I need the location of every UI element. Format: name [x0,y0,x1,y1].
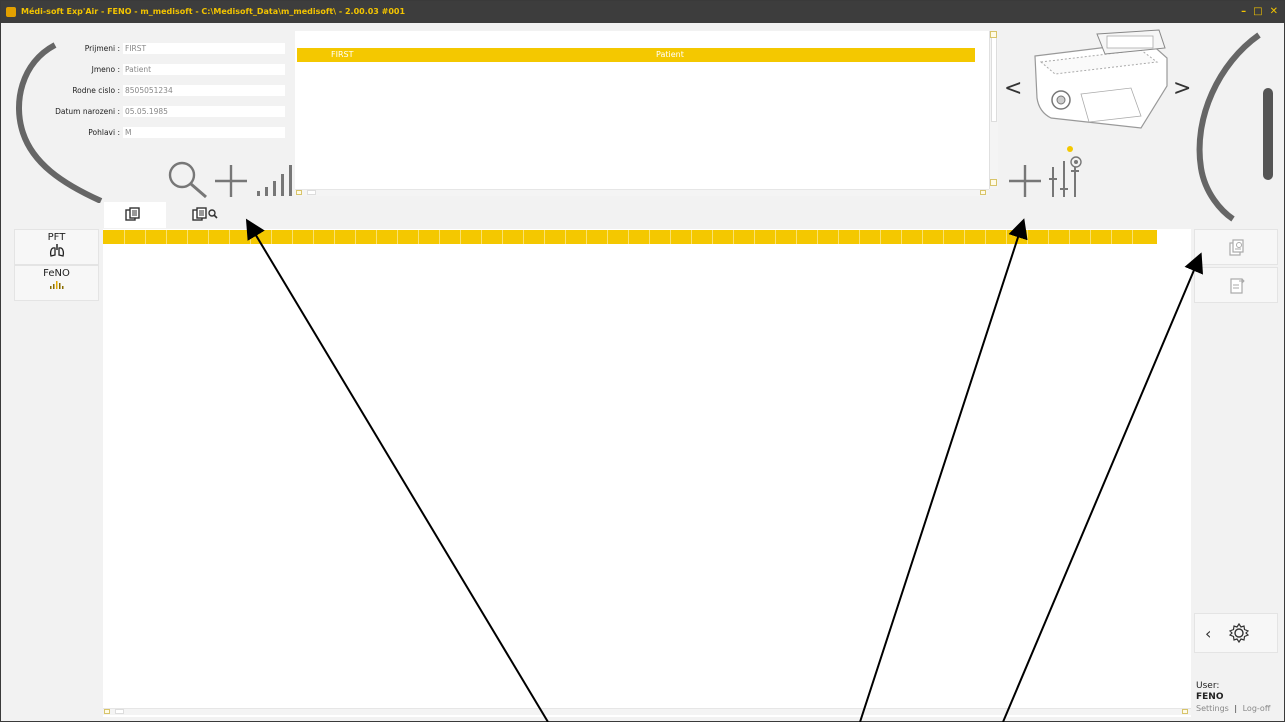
documents-icon [125,207,140,221]
settings-link[interactable]: Settings [1196,704,1229,713]
field-row-birth-number: Rodne cislo : 8505051234 [1,84,285,96]
user-label: User: [1196,681,1220,691]
patient-list-vertical-scrollbar[interactable] [989,31,998,189]
lungs-icon [49,244,64,257]
field-row-birth-date: Datum narozeni : 05.05.1985 [1,105,285,117]
results-horizontal-scrollbar[interactable] [103,708,1191,715]
tab-documents[interactable] [104,202,166,228]
pft-label: PFT [47,232,66,243]
app-logo-icon [6,7,16,17]
add-device-plus-icon[interactable] [1007,163,1043,199]
scroll-right-button[interactable] [1182,709,1188,714]
last-name-label: Prijmeni : [84,43,120,53]
patient-last-name-cell: FIRST [331,50,354,59]
patient-row[interactable]: FIRST Patient [297,48,975,62]
scroll-left-button[interactable] [296,190,302,195]
documents-search-icon [192,207,218,221]
field-row-first-name: Jmeno : Patient [1,63,285,75]
scroll-up-button[interactable] [990,31,997,38]
window-title: Médi-soft Exp'Air - FENO - m_medisoft - … [21,7,406,16]
scroll-left-button[interactable] [104,709,110,714]
birth-number-field[interactable]: 8505051234 [123,84,285,96]
title-bar: Médi-soft Exp'Air - FENO - m_medisoft - … [1,1,1284,23]
minimize-button[interactable]: – [1241,1,1246,23]
report-export-button[interactable] [1194,267,1278,303]
scroll-right-button[interactable] [980,190,986,195]
device-level-bar [1263,88,1273,180]
field-row-sex: Pohlavi : M [1,126,285,138]
user-links: Settings | Log-off [1196,704,1270,713]
birth-number-label: Rodne cislo : [72,85,120,95]
close-button[interactable]: ✕ [1270,1,1278,23]
device-status-indicator [1067,146,1073,152]
scrollbar-thumb[interactable] [991,37,997,122]
patient-list[interactable]: FIRST Patient [295,31,989,189]
add-patient-plus-icon[interactable] [213,163,249,199]
patient-first-name-cell: Patient [656,50,684,59]
scrollbar-thumb[interactable] [115,709,124,714]
device-prev-button[interactable]: < [1004,76,1022,101]
birth-date-field[interactable]: 05.05.1985 [123,105,285,117]
first-name-label: Jmeno : [91,64,120,74]
decorative-arc-right [1196,32,1273,222]
signal-bars-icon[interactable] [256,161,296,197]
feno-label: FeNO [43,268,70,279]
collapse-settings-button[interactable]: ‹ [1205,624,1211,643]
report-export-icon [1230,278,1245,294]
window-controls: – □ ✕ [1241,1,1278,23]
pft-button[interactable]: PFT [14,229,99,265]
report-eye-icon [1229,239,1244,256]
results-table-header [103,230,1157,244]
patient-list-horizontal-scrollbar[interactable] [295,189,989,196]
test-type-panel: PFT FeNO [14,229,99,301]
app-window: Médi-soft Exp'Air - FENO - m_medisoft - … [0,0,1285,722]
sex-field[interactable]: M [123,126,285,138]
bars-icon [49,281,63,289]
device-next-button[interactable]: > [1173,76,1191,101]
gear-icon[interactable] [1228,622,1250,644]
results-area[interactable] [103,229,1191,717]
sex-label: Pohlavi : [88,127,120,137]
maximize-button[interactable]: □ [1253,1,1262,23]
scrollbar-thumb[interactable] [307,190,316,195]
scroll-down-button[interactable] [990,179,997,186]
magnifier-icon[interactable] [166,159,212,201]
link-separator: | [1234,704,1238,713]
feno-button[interactable]: FeNO [14,265,99,301]
tab-documents-search[interactable] [167,202,235,228]
first-name-field[interactable]: Patient [123,63,285,75]
report-preview-button[interactable] [1194,229,1278,265]
sliders-icon[interactable] [1047,153,1089,199]
field-row-last-name: Prijmeni : FIRST [1,42,285,54]
settings-panel: ‹ [1194,613,1278,653]
birth-date-label: Datum narozeni : [55,106,120,116]
device-image [1034,29,1168,129]
user-name: FENO [1196,692,1224,702]
last-name-field[interactable]: FIRST [123,42,285,54]
logoff-link[interactable]: Log-off [1243,704,1271,713]
